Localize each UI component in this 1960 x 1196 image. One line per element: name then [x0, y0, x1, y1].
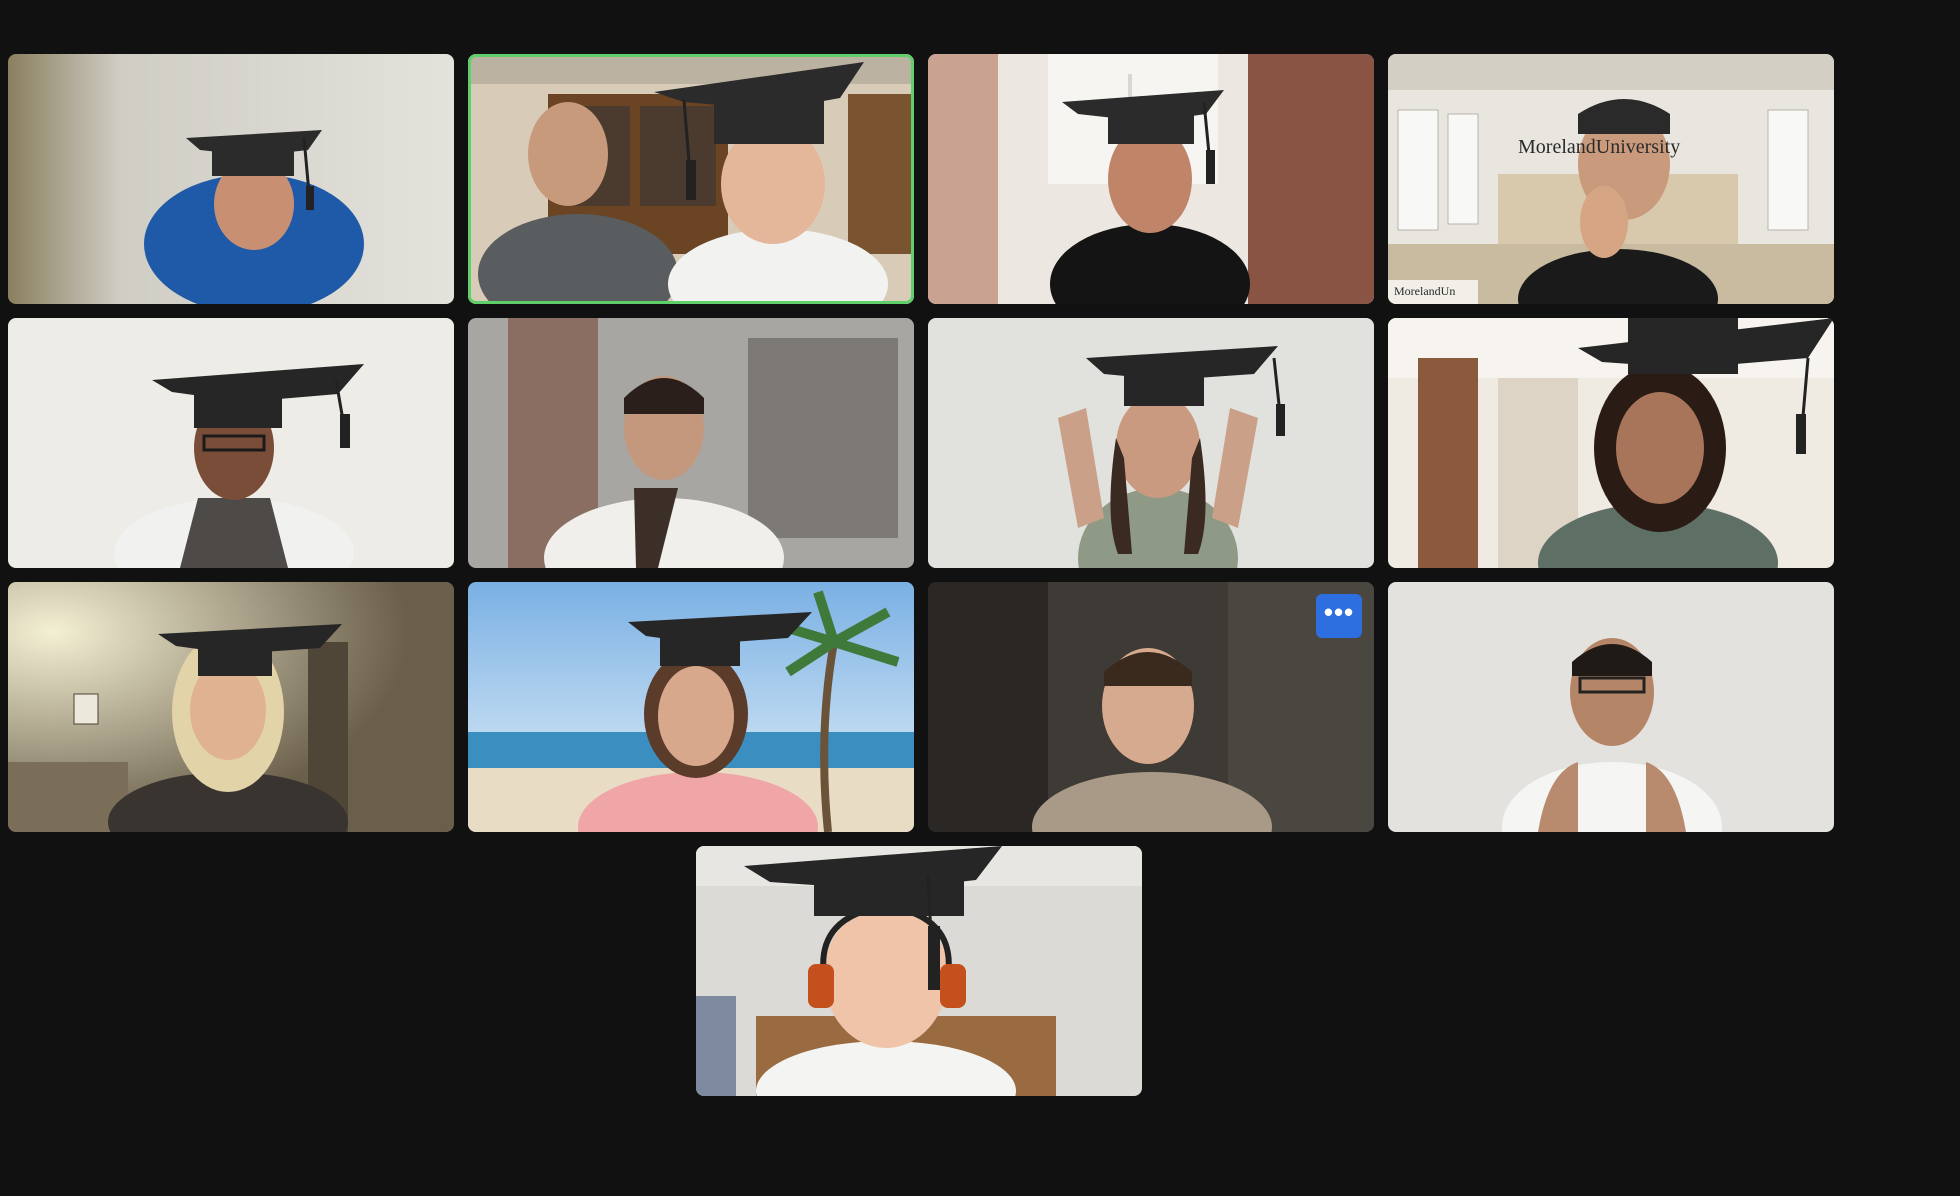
video-frame [1388, 318, 1834, 568]
participant-video-6[interactable] [468, 318, 914, 568]
participant-video-11[interactable]: ••• [928, 582, 1374, 832]
participant-video-1[interactable] [8, 54, 454, 304]
video-frame [8, 582, 454, 832]
participant-video-2[interactable] [468, 54, 914, 304]
participant-video-4[interactable]: MorelandUniversity MorelandUn [1388, 54, 1834, 304]
video-frame [8, 318, 454, 568]
participant-video-10[interactable] [468, 582, 914, 832]
participant-video-12[interactable] [1388, 582, 1834, 832]
more-options-button[interactable]: ••• [1316, 594, 1362, 638]
participant-video-5[interactable] [8, 318, 454, 568]
video-frame [468, 582, 914, 832]
video-frame [8, 54, 454, 304]
video-frame [928, 318, 1374, 568]
virtual-background-logo: MorelandUniversity [1518, 136, 1681, 158]
participant-video-8[interactable] [1388, 318, 1834, 568]
video-frame [928, 54, 1374, 304]
virtual-background-footer: MorelandUn [1394, 284, 1456, 298]
participant-video-13[interactable] [696, 846, 1142, 1096]
video-frame [1388, 582, 1834, 832]
video-gallery: MorelandUniversity MorelandUn ••• [0, 0, 1960, 1196]
video-frame [468, 54, 914, 304]
participant-video-9[interactable] [8, 582, 454, 832]
participant-video-3[interactable] [928, 54, 1374, 304]
video-frame [468, 318, 914, 568]
video-frame [696, 846, 1142, 1096]
participant-video-7[interactable] [928, 318, 1374, 568]
video-frame [928, 582, 1374, 832]
video-frame [1388, 54, 1834, 304]
